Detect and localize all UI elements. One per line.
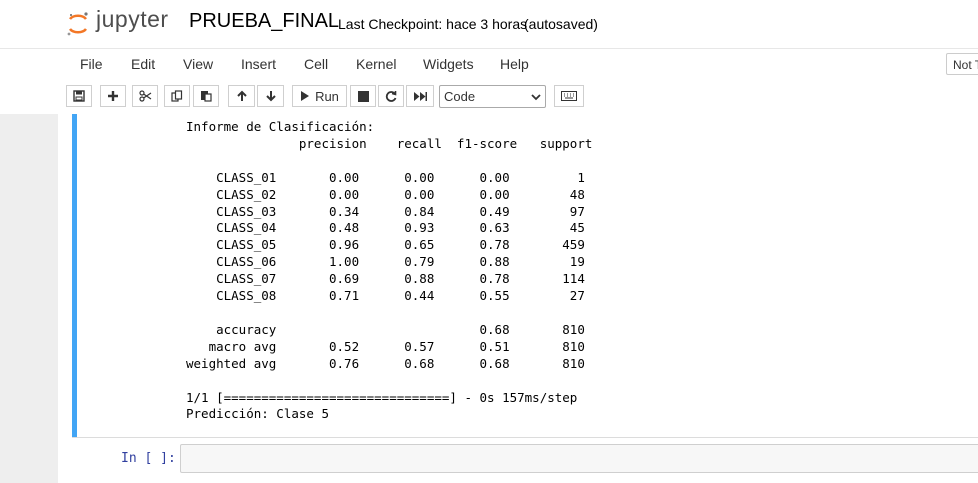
output-line: CLASS_06 1.00 0.79 0.88 19 xyxy=(186,254,585,270)
autosave-status: (autosaved) xyxy=(524,16,598,32)
jupyter-logo[interactable]: jupyter xyxy=(66,6,178,38)
cut-button[interactable] xyxy=(132,85,158,107)
command-palette-button[interactable] xyxy=(554,85,584,107)
chevron-down-icon xyxy=(531,94,541,101)
save-button[interactable] xyxy=(66,85,92,107)
cell-type-select[interactable]: Code xyxy=(439,85,546,108)
code-input-area[interactable] xyxy=(180,444,978,473)
output-line: CLASS_02 0.00 0.00 0.00 48 xyxy=(186,186,585,202)
menu-cell[interactable]: Cell xyxy=(304,56,328,72)
run-button-label: Run xyxy=(315,88,339,104)
copy-icon xyxy=(171,90,183,102)
menu-insert[interactable]: Insert xyxy=(241,56,276,72)
save-icon xyxy=(73,90,85,102)
move-up-button[interactable] xyxy=(228,85,255,107)
arrow-down-icon xyxy=(265,91,276,102)
notebook-header: jupyter PRUEBA_FINAL Last Checkpoint: ha… xyxy=(0,0,978,48)
scissors-icon xyxy=(138,90,151,102)
interrupt-button[interactable] xyxy=(350,85,376,107)
paste-button[interactable] xyxy=(193,85,219,107)
insert-cell-button[interactable] xyxy=(100,85,126,107)
output-line: CLASS_08 0.71 0.44 0.55 27 xyxy=(186,288,585,304)
move-down-button[interactable] xyxy=(257,85,284,107)
notebook-name[interactable]: PRUEBA_FINAL xyxy=(189,10,339,33)
menu-kernel[interactable]: Kernel xyxy=(356,56,396,72)
output-line: CLASS_01 0.00 0.00 0.00 1 xyxy=(186,169,585,185)
menu-view[interactable]: View xyxy=(183,56,213,72)
output-line: CLASS_03 0.34 0.84 0.49 97 xyxy=(186,203,585,219)
notebook-background xyxy=(0,114,58,483)
output-line: accuracy 0.68 810 xyxy=(186,321,585,337)
not-trusted-button[interactable]: Not Trusted xyxy=(946,53,978,75)
input-prompt: In [ ]: xyxy=(121,451,176,466)
stop-icon xyxy=(357,90,369,102)
restart-button[interactable] xyxy=(378,85,404,107)
output-line: weighted avg 0.76 0.68 0.68 810 xyxy=(186,355,585,371)
toolbar: Run Code xyxy=(0,80,978,115)
output-line: Informe de Clasificación: xyxy=(186,119,375,134)
output-line: precision recall f1-score support xyxy=(186,135,593,151)
cell-type-value: Code xyxy=(444,89,476,104)
output-line: macro avg 0.52 0.57 0.51 810 xyxy=(186,338,585,354)
jupyter-logo-text: jupyter xyxy=(96,6,169,32)
menu-widgets[interactable]: Widgets xyxy=(423,56,474,72)
menu-edit[interactable]: Edit xyxy=(131,56,155,72)
paste-icon xyxy=(201,91,212,102)
output-line: CLASS_04 0.48 0.93 0.63 45 xyxy=(186,220,585,236)
jupyter-logo-icon xyxy=(67,12,88,36)
restart-run-all-button[interactable] xyxy=(406,85,434,107)
output-line: CLASS_05 0.96 0.65 0.78 459 xyxy=(186,237,585,253)
restart-icon xyxy=(385,91,397,102)
menubar: File Edit View Insert Cell Kernel Widget… xyxy=(0,48,978,81)
run-button[interactable]: Run xyxy=(292,85,347,107)
menu-file[interactable]: File xyxy=(80,56,103,72)
arrow-up-icon xyxy=(236,90,247,101)
output-line: CLASS_07 0.69 0.88 0.78 114 xyxy=(186,271,585,287)
keyboard-icon xyxy=(561,91,577,101)
plus-icon xyxy=(108,91,118,101)
output-line: Predicción: Clase 5 xyxy=(186,406,329,422)
copy-button[interactable] xyxy=(164,85,190,107)
selected-cell-indicator xyxy=(72,114,77,437)
fast-forward-icon xyxy=(414,91,427,101)
last-checkpoint: Last Checkpoint: hace 3 horas xyxy=(338,16,528,32)
output-line: 1/1 [==============================] - 0… xyxy=(186,389,578,405)
cell-output: Informe de Clasificación: precision reca… xyxy=(186,119,592,423)
menu-help[interactable]: Help xyxy=(500,56,529,72)
play-icon xyxy=(301,91,310,101)
